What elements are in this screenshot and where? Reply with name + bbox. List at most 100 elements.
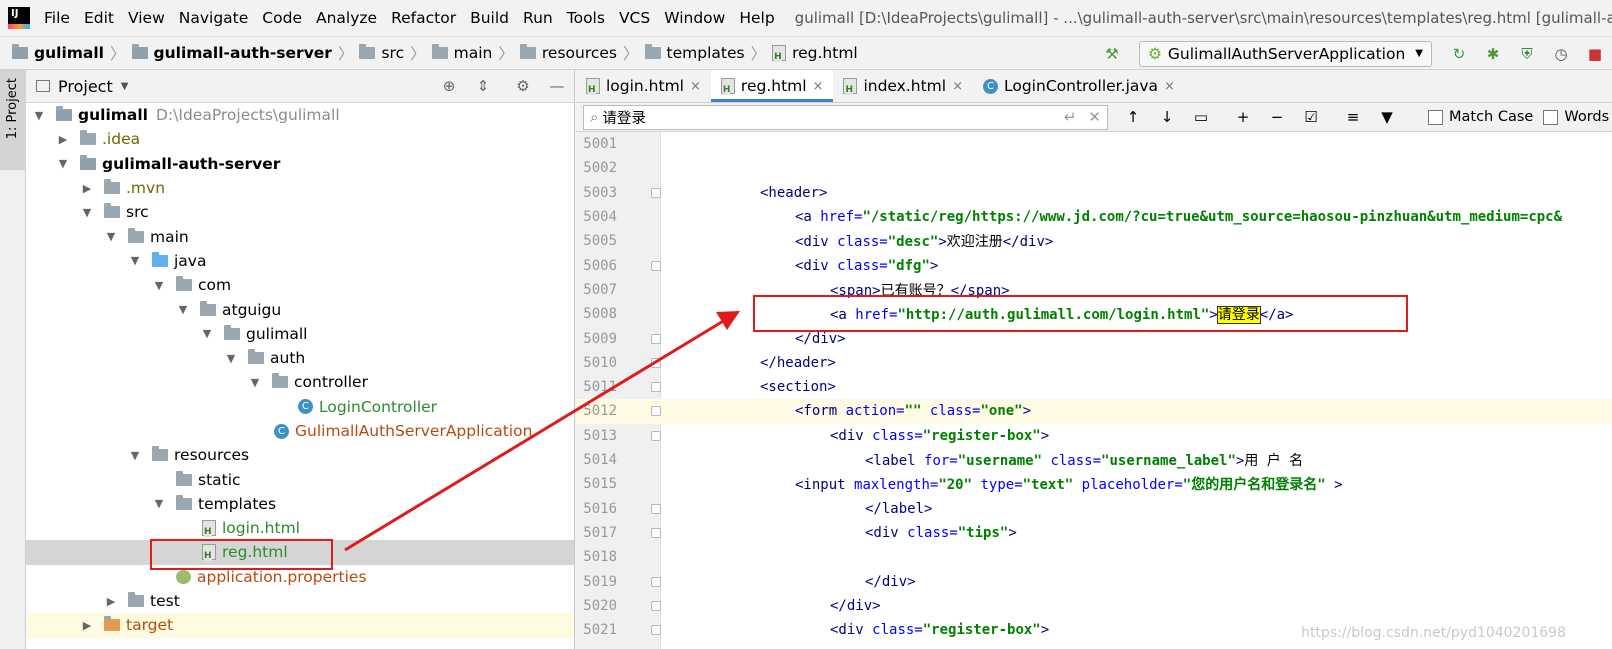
code-line[interactable]: 5009 </div>	[576, 326, 1612, 350]
breadcrumb-item-project[interactable]: gulimall 〉	[12, 42, 132, 64]
tree-item-mvn[interactable]: ▶ .mvn	[26, 176, 574, 200]
code-line[interactable]: 5015 <input maxlength="20" type="text" pl…	[576, 472, 1612, 496]
debug-bug-icon[interactable]: ✱	[1482, 43, 1504, 65]
menu-window[interactable]: Window	[664, 9, 725, 27]
fold-marker-icon[interactable]	[651, 382, 661, 393]
menu-file[interactable]: File	[44, 9, 70, 27]
tree-item-src[interactable]: ▼ src	[26, 200, 574, 224]
menu-vcs[interactable]: VCS	[619, 9, 650, 27]
chevron-down-icon[interactable]: ▼	[104, 230, 118, 244]
minimize-icon[interactable]: —	[546, 75, 568, 97]
new-line-icon[interactable]: ↵	[1064, 108, 1077, 126]
tab-index-html[interactable]: index.html ×	[833, 70, 973, 102]
code-line[interactable]: 5005 <div class="desc">欢迎注册</div>	[576, 229, 1612, 253]
code-line[interactable]: 5016 </label>	[576, 497, 1612, 521]
chevron-down-icon[interactable]: ▼	[56, 157, 70, 171]
tree-item-java[interactable]: ▼ java	[26, 249, 574, 273]
tree-item-idea[interactable]: ▶ .idea	[26, 127, 574, 151]
chevron-down-icon[interactable]: ▼	[176, 303, 190, 317]
breadcrumb-item-resources[interactable]: resources 〉	[519, 42, 645, 64]
menu-help[interactable]: Help	[739, 9, 774, 27]
menu-run[interactable]: Run	[523, 9, 553, 27]
breadcrumb-item-main[interactable]: main 〉	[431, 42, 520, 64]
arrow-up-icon[interactable]: ↑	[1122, 106, 1144, 128]
close-icon[interactable]: ×	[690, 79, 701, 94]
fold-marker-icon[interactable]	[651, 187, 661, 198]
filter-icon[interactable]: ▼	[1376, 106, 1398, 128]
tree-item-resources[interactable]: ▼ resources	[26, 443, 574, 467]
tree-item-application-properties[interactable]: application.properties	[26, 565, 574, 589]
breadcrumb-item-file[interactable]: reg.html	[772, 44, 858, 62]
select-all-occurrences-icon[interactable]: ☑	[1300, 106, 1322, 128]
breadcrumb-item-templates[interactable]: templates 〉	[644, 42, 773, 64]
tree-item-auth-server[interactable]: ▼ gulimall-auth-server	[26, 152, 574, 176]
search-icon[interactable]: ⌕	[590, 108, 598, 126]
chevron-right-icon[interactable]: ▶	[104, 594, 118, 608]
search-input[interactable]	[598, 109, 1064, 125]
fold-marker-icon[interactable]	[651, 430, 661, 441]
menu-view[interactable]: View	[128, 9, 165, 27]
select-occurrences-icon[interactable]: ▭	[1190, 106, 1212, 128]
chevron-down-icon[interactable]: ▼	[80, 205, 94, 219]
arrow-down-icon[interactable]: ↓	[1156, 106, 1178, 128]
tree-item-gulimall[interactable]: ▼ gulimall D:\IdeaProjects\gulimall	[26, 103, 574, 127]
run-configuration-select[interactable]: ⚙ GulimallAuthServerApplication ▼	[1138, 40, 1432, 67]
chevron-down-icon[interactable]: ▼	[128, 448, 142, 462]
project-tool-window-tab[interactable]: 1: Project	[0, 70, 26, 170]
code-line[interactable]: 5003 <header>	[576, 181, 1612, 205]
chevron-down-icon[interactable]: ▼	[152, 497, 166, 511]
chevron-down-icon[interactable]: ▼	[121, 81, 129, 92]
chevron-right-icon[interactable]: ▶	[56, 132, 70, 146]
code-line[interactable]: 5010 </header>	[576, 351, 1612, 375]
tree-item-controller[interactable]: ▼ controller	[26, 370, 574, 394]
add-occurrence-icon[interactable]: +	[1232, 106, 1254, 128]
breadcrumb-item-src[interactable]: src 〉	[359, 42, 431, 64]
tree-item-login-html[interactable]: login.html	[26, 516, 574, 540]
close-icon[interactable]: ×	[952, 79, 963, 94]
breadcrumb-item-module[interactable]: gulimall-auth-server 〉	[131, 42, 360, 64]
code-line[interactable]: 5006 <div class="dfg">	[576, 254, 1612, 278]
code-line[interactable]: 5007 <span>已有账号？</span>	[576, 278, 1612, 302]
fold-marker-icon[interactable]	[651, 260, 661, 271]
tree-item-target[interactable]: ▶ target	[26, 613, 574, 638]
tree-item-login-controller[interactable]: C LoginController	[26, 395, 574, 419]
code-line[interactable]: 5020 </div>	[576, 594, 1612, 618]
tree-item-templates[interactable]: ▼ templates	[26, 492, 574, 516]
code-line[interactable]: 5012 <form action="" class="one">	[576, 399, 1612, 424]
fold-marker-icon[interactable]	[651, 625, 661, 636]
code-line[interactable]: 5008 <a href="http://auth.gulimall.com/lo…	[576, 302, 1612, 326]
chevron-down-icon[interactable]: ▼	[32, 108, 46, 122]
find-input-box[interactable]: ⌕ ↵ ✕	[583, 104, 1108, 130]
coverage-shield-icon[interactable]: ⛨	[1516, 43, 1538, 65]
chevron-right-icon[interactable]: ▶	[80, 181, 94, 195]
chevron-down-icon[interactable]: ▼	[224, 351, 238, 365]
code-line[interactable]: 5018	[576, 545, 1612, 569]
chevron-right-icon[interactable]: ▶	[80, 618, 94, 632]
tree-item-application-class[interactable]: C GulimallAuthServerApplication	[26, 419, 574, 443]
tab-login-html[interactable]: login.html ×	[576, 70, 711, 102]
menu-refactor[interactable]: Refactor	[391, 9, 456, 27]
code-line[interactable]: 5004 <a href="/static/reg/https://www.jd.…	[576, 205, 1612, 229]
code-line[interactable]: 5014 <label for="username" class="usernam…	[576, 448, 1612, 472]
tree-item-com[interactable]: ▼ com	[26, 273, 574, 297]
clear-search-icon[interactable]: ✕	[1088, 108, 1101, 126]
menu-edit[interactable]: Edit	[84, 9, 114, 27]
fold-marker-icon[interactable]	[651, 406, 661, 417]
show-filter-popup-icon[interactable]: ≡	[1342, 106, 1364, 128]
gear-icon[interactable]: ⚙	[512, 75, 534, 97]
tree-item-static[interactable]: static	[26, 467, 574, 491]
code-line[interactable]: 5001	[576, 132, 1612, 156]
tab-reg-html[interactable]: reg.html ×	[710, 70, 834, 102]
menu-tools[interactable]: Tools	[567, 9, 605, 27]
fold-marker-icon[interactable]	[651, 576, 661, 587]
tab-login-controller[interactable]: C LoginController.java ×	[973, 70, 1185, 102]
fold-marker-icon[interactable]	[651, 527, 661, 538]
locate-target-icon[interactable]: ⊕	[438, 75, 460, 97]
tree-item-auth[interactable]: ▼ auth	[26, 346, 574, 370]
remove-occurrence-icon[interactable]: −	[1266, 106, 1288, 128]
chevron-down-icon[interactable]: ▼	[152, 278, 166, 292]
profiler-icon[interactable]: ◷	[1550, 43, 1572, 65]
code-line[interactable]: 5013 <div class="register-box">	[576, 424, 1612, 448]
stop-icon[interactable]: ■	[1584, 43, 1606, 65]
fold-marker-icon[interactable]	[651, 600, 661, 611]
